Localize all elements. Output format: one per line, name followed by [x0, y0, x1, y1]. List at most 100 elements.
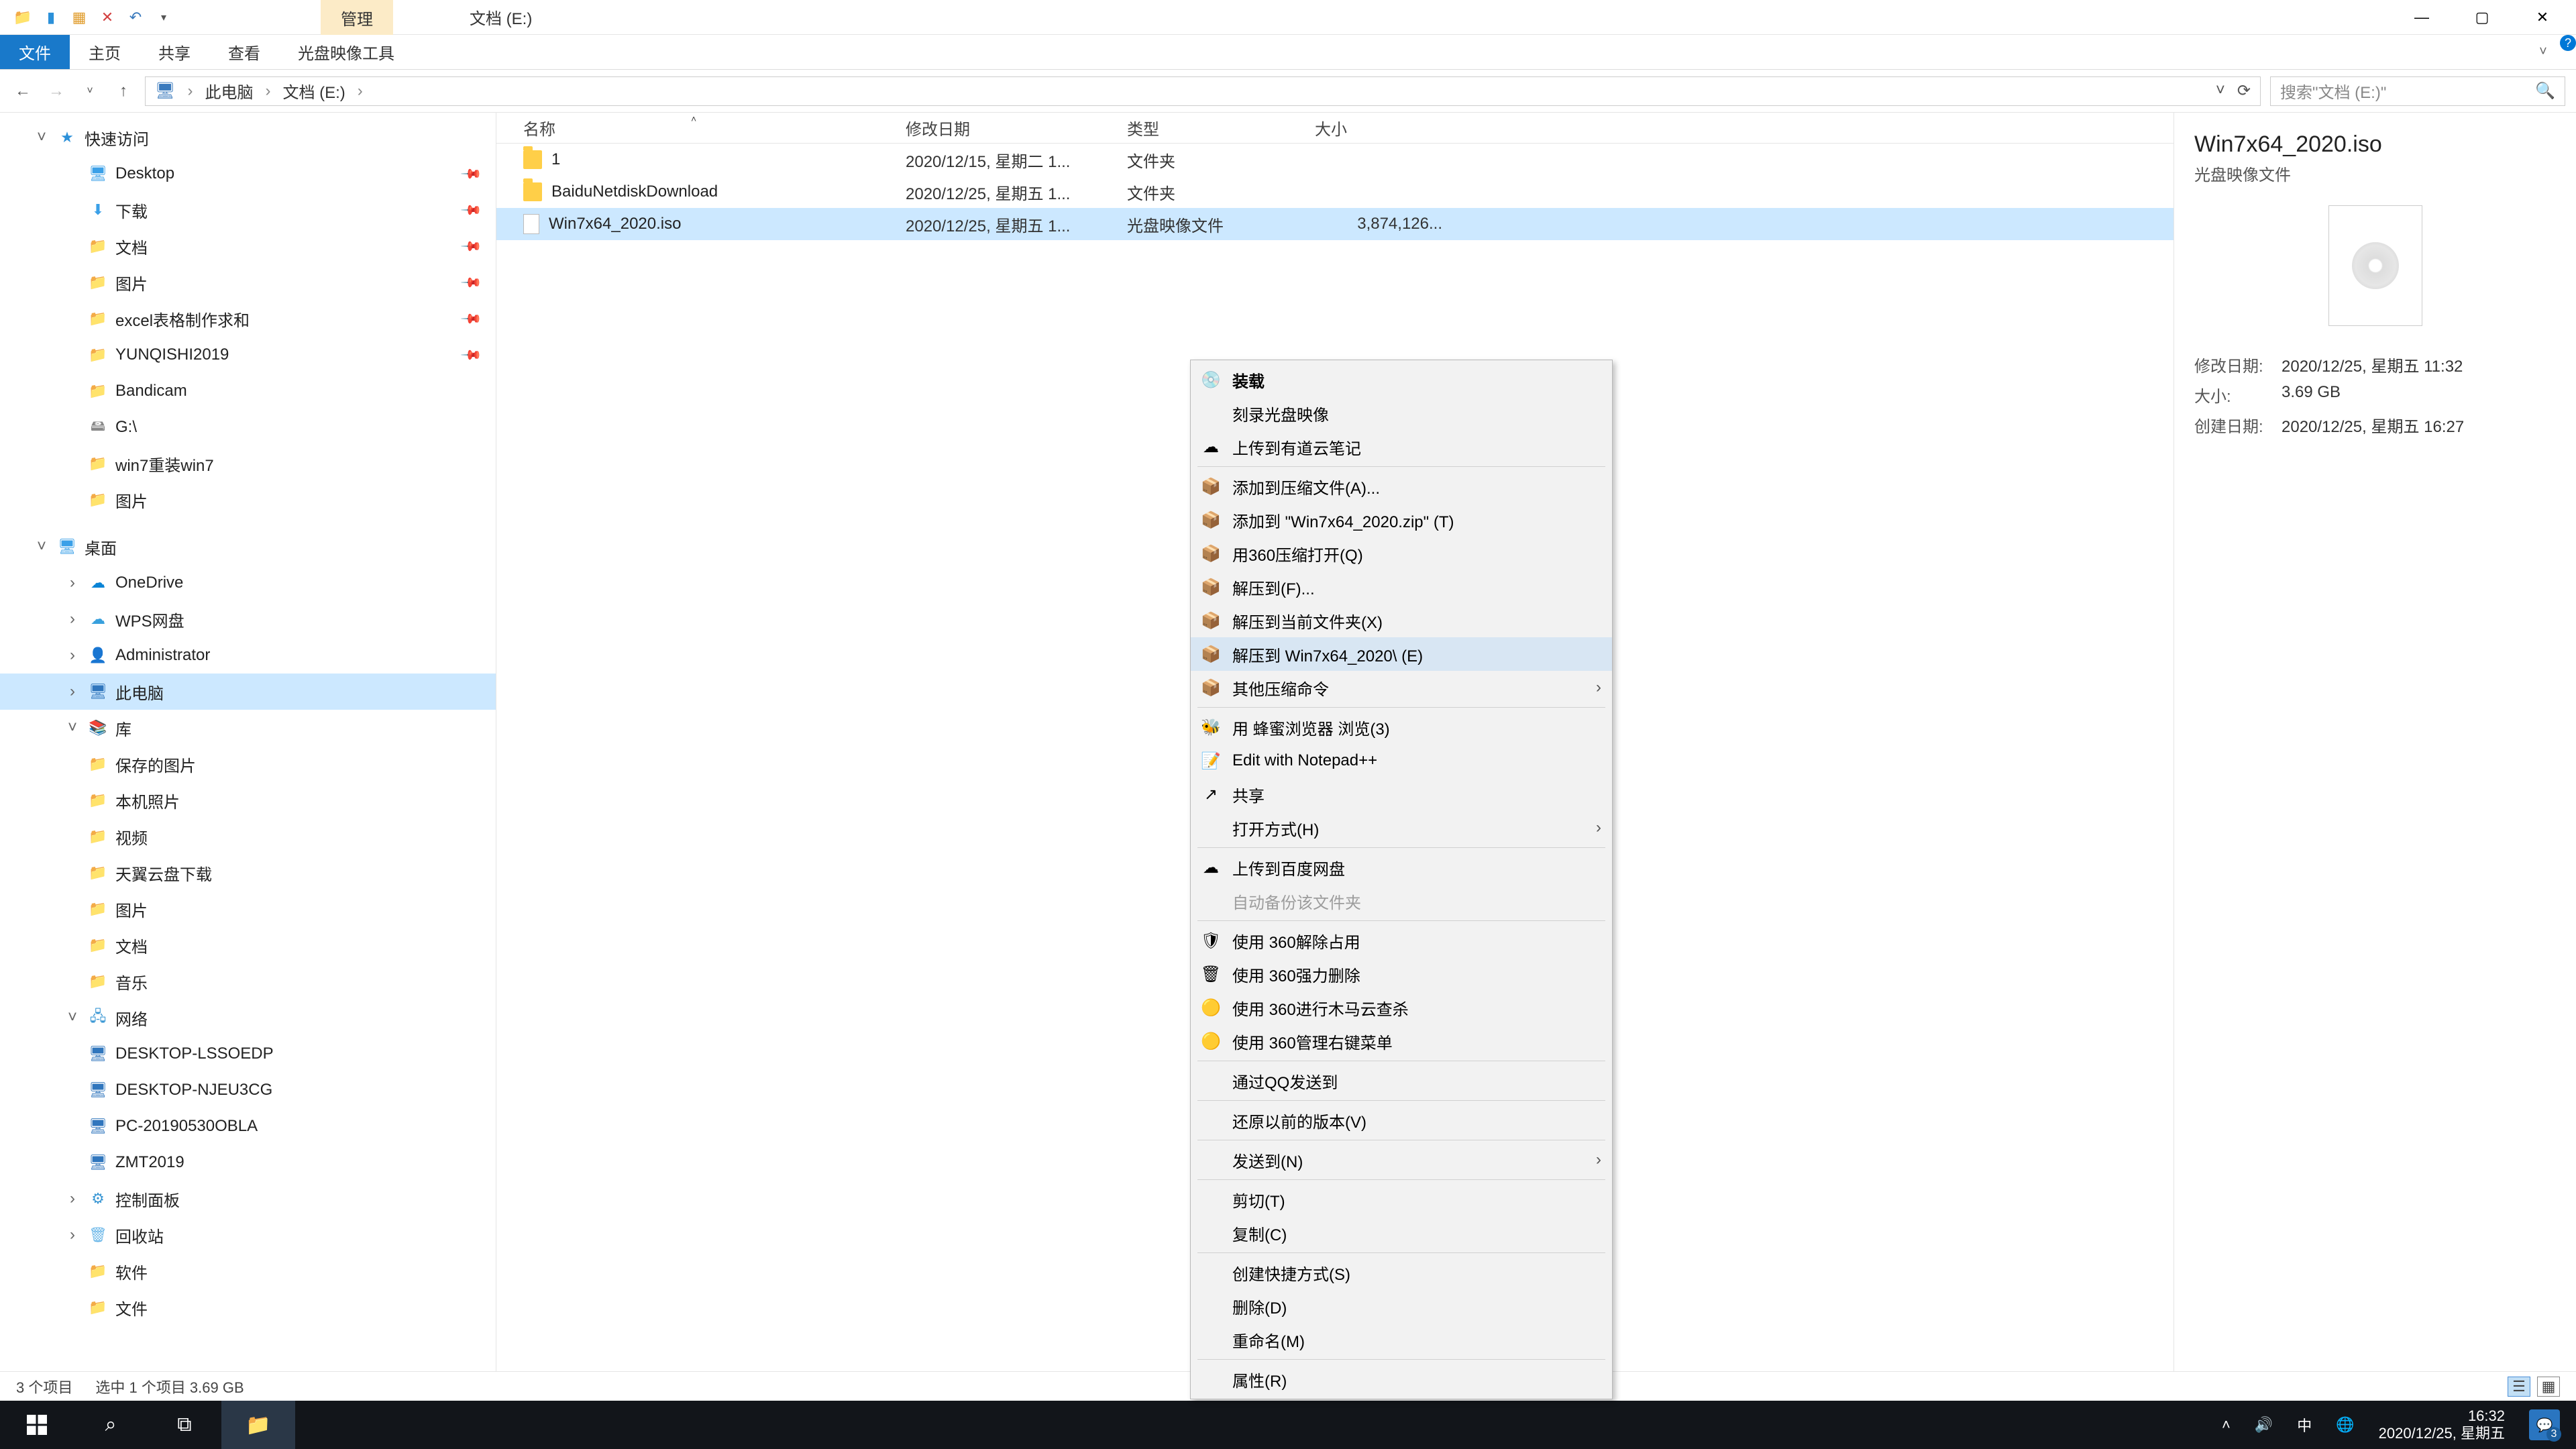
minimize-button[interactable]: —: [2408, 4, 2435, 31]
tree-item[interactable]: ˅ 🖧 网络: [0, 1000, 496, 1036]
search-icon[interactable]: 🔍: [2535, 81, 2555, 101]
search-box[interactable]: 搜索"文档 (E:)" 🔍: [2270, 76, 2565, 106]
nav-recent-dropdown[interactable]: ˅: [78, 79, 102, 103]
tree-item[interactable]: ˅ 📚 库: [0, 710, 496, 746]
tree-item[interactable]: 📁 保存的图片: [0, 746, 496, 782]
help-button[interactable]: ?: [2560, 35, 2576, 51]
tree-item[interactable]: 📁 软件: [0, 1253, 496, 1289]
tree-item[interactable]: 📁 excel表格制作求和 📌: [0, 301, 496, 337]
tree-item[interactable]: ⬇ 下载 📌: [0, 192, 496, 228]
tree-item[interactable]: › 👤 Administrator: [0, 637, 496, 674]
tree-item[interactable]: ˅ ★ 快速访问: [0, 119, 496, 156]
expand-icon[interactable]: ˅: [64, 1008, 80, 1027]
context-menu-item[interactable]: 剪切(T): [1191, 1183, 1612, 1216]
context-menu-item[interactable]: 🟡 使用 360进行木马云查杀: [1191, 991, 1612, 1024]
taskbar-clock[interactable]: 16:32 2020/12/25, 星期五: [2379, 1407, 2505, 1443]
context-menu-item[interactable]: 📦 用360压缩打开(Q): [1191, 537, 1612, 570]
tree-item[interactable]: › ☁ WPS网盘: [0, 601, 496, 637]
expand-icon[interactable]: ˅: [34, 128, 50, 147]
tree-item[interactable]: 🖥 PC-20190530OBLA: [0, 1108, 496, 1144]
tree-item[interactable]: 📁 文档: [0, 927, 496, 963]
nav-forward-button[interactable]: →: [44, 79, 68, 103]
new-folder-icon[interactable]: ▦: [68, 7, 90, 28]
refresh-icon[interactable]: ⟳: [2237, 81, 2251, 101]
file-row[interactable]: 1 2020/12/15, 星期二 1... 文件夹: [496, 144, 2174, 176]
col-date[interactable]: 修改日期: [906, 116, 1127, 140]
undo-icon[interactable]: ↶: [125, 7, 146, 28]
nav-up-button[interactable]: ↑: [111, 79, 136, 103]
tree-item[interactable]: 📁 图片 📌: [0, 264, 496, 301]
context-menu-item[interactable]: 📦 其他压缩命令 ›: [1191, 671, 1612, 704]
ime-mode-icon[interactable]: 🌐: [2336, 1416, 2354, 1434]
context-menu-item[interactable]: 📦 添加到压缩文件(A)...: [1191, 470, 1612, 503]
ribbon-collapse-icon[interactable]: ˅: [2526, 35, 2560, 69]
expand-icon[interactable]: ›: [64, 1189, 80, 1208]
tree-item[interactable]: 📁 视频: [0, 818, 496, 855]
file-row[interactable]: Win7x64_2020.iso 2020/12/25, 星期五 1... 光盘…: [496, 208, 2174, 240]
breadcrumb-item[interactable]: 文档 (E:): [282, 79, 345, 103]
address-bar[interactable]: 🖥 › 此电脑 › 文档 (E:) › ˅ ⟳: [145, 76, 2261, 106]
context-menu-item[interactable]: 打开方式(H) ›: [1191, 811, 1612, 845]
tree-item[interactable]: › 🖥 此电脑: [0, 674, 496, 710]
ribbon-home-tab[interactable]: 主页: [70, 35, 140, 69]
context-menu-item[interactable]: 重命名(M): [1191, 1323, 1612, 1356]
expand-icon[interactable]: ›: [64, 610, 80, 629]
tree-item[interactable]: 📁 图片: [0, 482, 496, 518]
context-menu-item[interactable]: 删除(D): [1191, 1289, 1612, 1323]
tree-item[interactable]: 📁 文档 📌: [0, 228, 496, 264]
tree-item[interactable]: 📁 音乐: [0, 963, 496, 1000]
delete-icon[interactable]: ✕: [97, 7, 118, 28]
ribbon-view-tab[interactable]: 查看: [209, 35, 279, 69]
context-menu-item[interactable]: 复制(C): [1191, 1216, 1612, 1250]
close-button[interactable]: ✕: [2529, 4, 2556, 31]
context-menu-item[interactable]: 发送到(N) ›: [1191, 1143, 1612, 1177]
context-menu-item[interactable]: 🛡 使用 360解除占用: [1191, 924, 1612, 957]
tree-item[interactable]: › ⚙ 控制面板: [0, 1181, 496, 1217]
start-button[interactable]: [0, 1401, 74, 1449]
context-menu-item[interactable]: 属性(R): [1191, 1362, 1612, 1396]
details-view-icon[interactable]: ☰: [2508, 1377, 2530, 1397]
tree-item[interactable]: 📁 Bandicam: [0, 373, 496, 409]
volume-icon[interactable]: 🔊: [2255, 1416, 2273, 1434]
tree-item[interactable]: 📁 文件: [0, 1289, 496, 1326]
context-menu-item[interactable]: 通过QQ发送到: [1191, 1064, 1612, 1097]
context-menu-item[interactable]: 刻录光盘映像: [1191, 396, 1612, 430]
expand-icon[interactable]: ˅: [64, 718, 80, 737]
ribbon-context-tool-tab[interactable]: 光盘映像工具: [279, 35, 413, 69]
tree-item[interactable]: 📁 天翼云盘下载: [0, 855, 496, 891]
context-menu-item[interactable]: 📦 添加到 "Win7x64_2020.zip" (T): [1191, 503, 1612, 537]
context-menu-item[interactable]: 🟡 使用 360管理右键菜单: [1191, 1024, 1612, 1058]
search-button[interactable]: ⌕: [74, 1401, 148, 1449]
ribbon-share-tab[interactable]: 共享: [140, 35, 209, 69]
tree-item[interactable]: 📁 win7重装win7: [0, 445, 496, 482]
tree-item[interactable]: 🖴 G:\: [0, 409, 496, 445]
expand-icon[interactable]: ›: [64, 646, 80, 665]
context-menu-item[interactable]: 📦 解压到 Win7x64_2020\ (E): [1191, 637, 1612, 671]
task-view-button[interactable]: ⧉: [148, 1401, 221, 1449]
expand-icon[interactable]: ›: [64, 574, 80, 592]
tree-item[interactable]: 🖥 DESKTOP-LSSOEDP: [0, 1036, 496, 1072]
context-menu-item[interactable]: 创建快捷方式(S): [1191, 1256, 1612, 1289]
expand-icon[interactable]: ˅: [34, 537, 50, 556]
context-menu-item[interactable]: 🐝 用 蜂蜜浏览器 浏览(3): [1191, 710, 1612, 744]
col-size[interactable]: 大小: [1315, 116, 1462, 140]
tree-item[interactable]: 🖥 ZMT2019: [0, 1144, 496, 1181]
breadcrumb-item[interactable]: 此电脑: [205, 79, 253, 103]
context-menu-item[interactable]: 💿 装载: [1191, 363, 1612, 396]
ime-indicator[interactable]: 中: [2297, 1414, 2312, 1436]
action-center-icon[interactable]: 💬3: [2529, 1409, 2560, 1440]
col-type[interactable]: 类型: [1127, 116, 1315, 140]
tree-item[interactable]: 🖥 Desktop 📌: [0, 156, 496, 192]
thumbnails-view-icon[interactable]: ▦: [2537, 1377, 2560, 1397]
col-name[interactable]: 名称˄: [523, 116, 906, 140]
context-menu-item[interactable]: 还原以前的版本(V): [1191, 1104, 1612, 1137]
tree-item[interactable]: › ☁ OneDrive: [0, 565, 496, 601]
ribbon-file-tab[interactable]: 文件: [0, 35, 70, 69]
file-row[interactable]: BaiduNetdiskDownload 2020/12/25, 星期五 1..…: [496, 176, 2174, 208]
expand-icon[interactable]: ›: [64, 1226, 80, 1244]
context-menu-item[interactable]: 📦 解压到当前文件夹(X): [1191, 604, 1612, 637]
properties-icon[interactable]: ▮: [40, 7, 62, 28]
address-dropdown-icon[interactable]: ˅: [2216, 81, 2225, 101]
expand-icon[interactable]: ›: [64, 682, 80, 701]
context-menu-item[interactable]: 🗑 使用 360强力删除: [1191, 957, 1612, 991]
